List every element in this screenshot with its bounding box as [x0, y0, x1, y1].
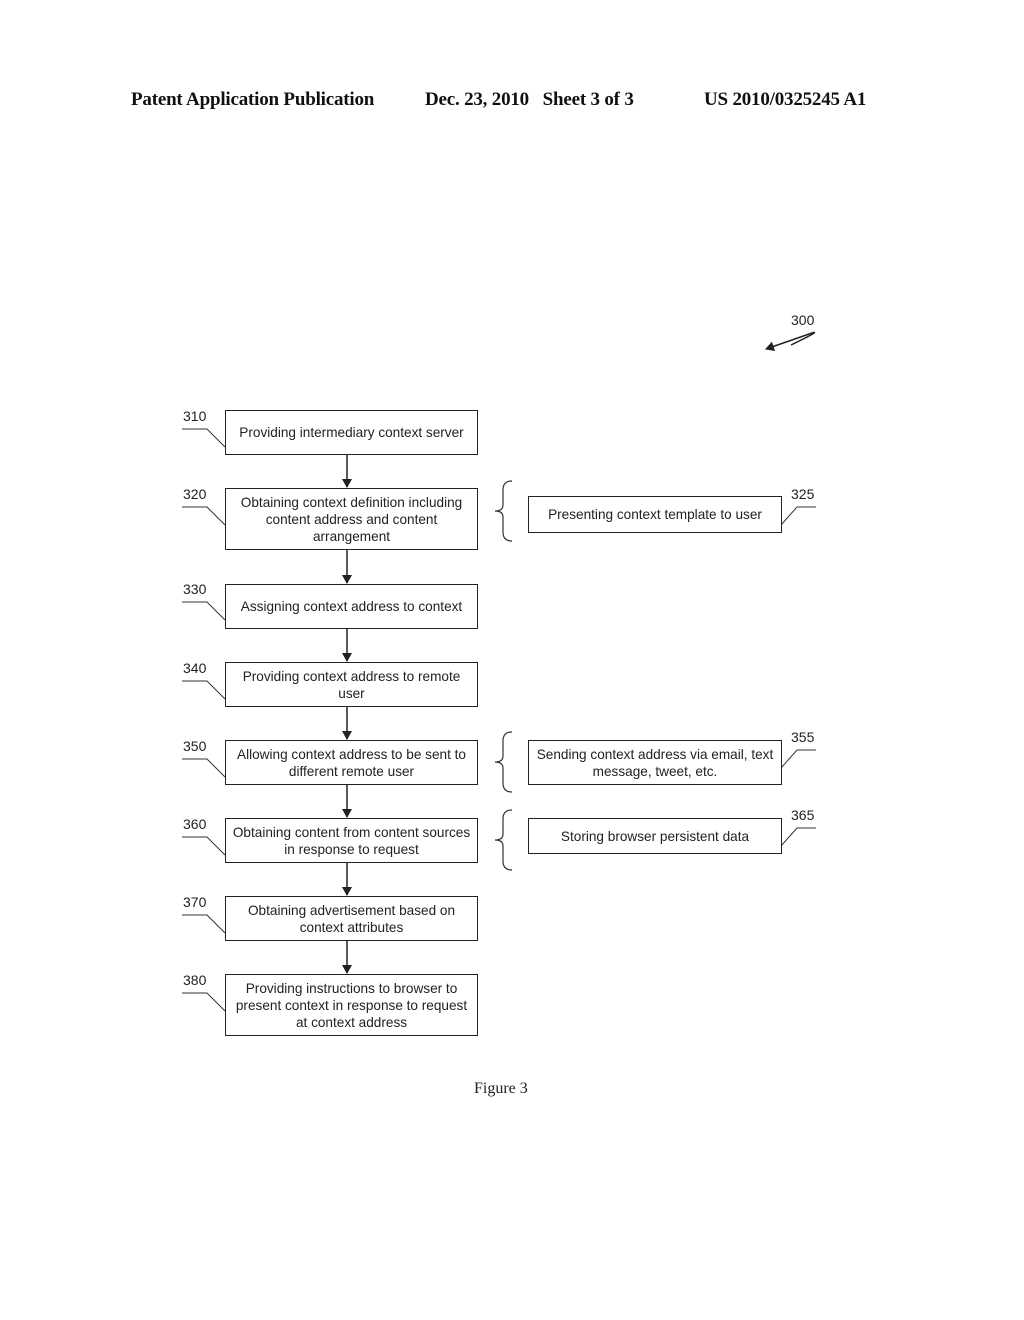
step-box-370: Obtaining advertisement based on context… — [225, 896, 478, 941]
sub-step-box-355: Sending context address via email, text … — [528, 740, 782, 785]
sub-step-box-365: Storing browser persistent data — [528, 818, 782, 854]
figure-reference-number: 300 — [791, 312, 815, 328]
step-box-340: Providing context address to remote user — [225, 662, 478, 707]
brace-320-325 — [494, 480, 513, 542]
step-number: 340 — [183, 660, 207, 676]
sub-step-number: 355 — [791, 729, 815, 745]
figure-caption: Figure 3 — [474, 1080, 528, 1097]
step-number: 330 — [183, 581, 207, 597]
leader-365 — [780, 827, 816, 847]
sub-step-number: 365 — [791, 807, 815, 823]
leader-340 — [182, 680, 226, 700]
leader-370 — [182, 914, 226, 934]
step-number: 380 — [183, 972, 207, 988]
sub-step-box-325: Presenting context template to user — [528, 496, 782, 533]
step-number: 310 — [183, 408, 207, 424]
step-number: 370 — [183, 894, 207, 910]
leader-380 — [182, 992, 226, 1012]
flowchart-connectors — [182, 331, 816, 1012]
brace-360-365 — [494, 809, 513, 871]
leader-320 — [182, 506, 226, 526]
step-box-360: Obtaining content from content sources i… — [225, 818, 478, 863]
sub-step-number: 325 — [791, 486, 815, 502]
leader-360 — [182, 836, 226, 856]
leader-325 — [780, 506, 816, 526]
brace-350-355 — [494, 731, 513, 793]
step-number: 320 — [183, 486, 207, 502]
leader-355 — [780, 749, 816, 769]
step-box-320: Obtaining context definition including c… — [225, 488, 478, 550]
step-box-350: Allowing context address to be sent to d… — [225, 740, 478, 785]
step-box-380: Providing instructions to browser to pre… — [225, 974, 478, 1036]
step-box-310: Providing intermediary context server — [225, 410, 478, 455]
step-number: 360 — [183, 816, 207, 832]
leader-310 — [182, 428, 226, 448]
figure-reference-arrow — [765, 331, 816, 352]
leader-330 — [182, 601, 226, 621]
leader-350 — [182, 758, 226, 778]
step-box-330: Assigning context address to context — [225, 584, 478, 629]
step-number: 350 — [183, 738, 207, 754]
